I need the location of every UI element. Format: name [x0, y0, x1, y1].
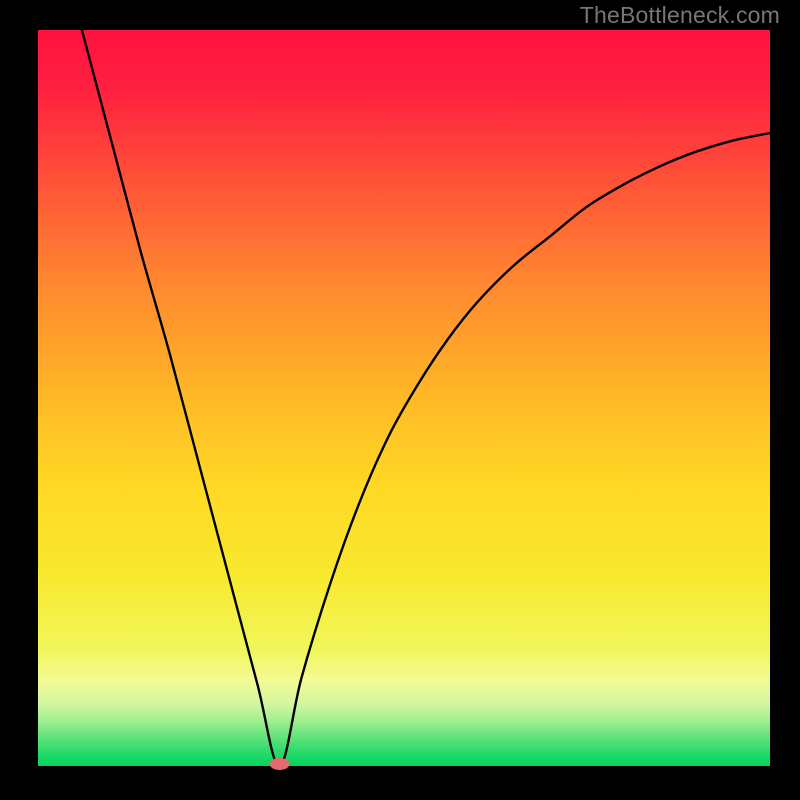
bottleneck-chart	[0, 0, 800, 800]
plot-background	[38, 30, 770, 766]
minimum-marker	[270, 758, 290, 770]
watermark-text: TheBottleneck.com	[580, 2, 780, 29]
chart-frame: TheBottleneck.com	[0, 0, 800, 800]
